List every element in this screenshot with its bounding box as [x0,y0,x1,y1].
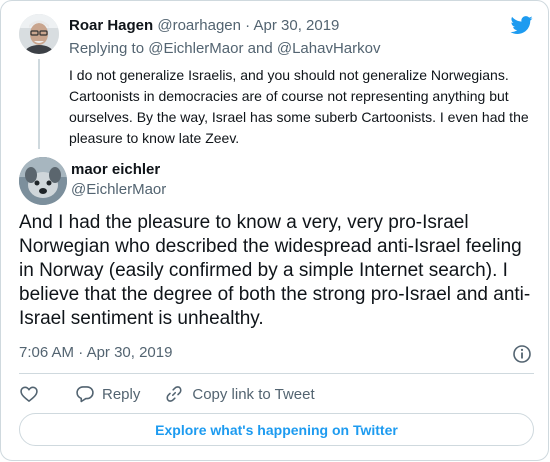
twitter-bird-icon[interactable] [510,14,534,36]
replying-to-line: Replying to @EichlerMaor and @LahavHarko… [69,40,380,57]
main-author-avatar[interactable] [19,157,67,205]
reply-author-avatar[interactable] [19,14,59,54]
reply-author-handle[interactable]: @roarhagen [157,17,241,34]
heart-icon [20,386,38,402]
reply-separator: · [245,17,251,34]
reply-header: Roar Hagen @roarhagen · Apr 30, 2019 [69,17,339,34]
reply-label: Reply [102,385,141,403]
info-icon[interactable] [512,344,532,364]
timestamp-separator: · [78,344,84,361]
replying-prefix: Replying to [69,40,145,57]
tweet-time[interactable]: 7:06 AM [19,344,74,361]
like-button[interactable] [19,384,39,404]
thread-connector-line [38,59,40,149]
replying-and: and [247,40,273,57]
reply-date[interactable]: Apr 30, 2019 [254,17,340,34]
main-author-handle[interactable]: @EichlerMaor [71,181,166,198]
actions-divider [19,373,534,374]
replying-mention-1[interactable]: @EichlerMaor [148,40,243,57]
tweet-timestamp[interactable]: 7:06 AM · Apr 30, 2019 [19,344,172,361]
reply-tweet-text: I do not generalize Israelis, and you sh… [69,67,529,146]
link-icon [166,386,182,402]
reply-bubble-icon [76,386,94,403]
reply-button[interactable]: Reply [75,384,140,404]
main-author-name[interactable]: maor eichler [71,161,160,178]
main-tweet-text: And I had the pleasure to know a very, v… [19,212,531,329]
tweet-date[interactable]: Apr 30, 2019 [87,344,173,361]
tweet-actions: Reply Copy link to Tweet [19,383,315,405]
reply-author-name[interactable]: Roar Hagen [69,17,153,34]
copy-link-button[interactable]: Copy link to Tweet [164,384,315,404]
profile-photo-dog-icon [19,157,67,205]
explore-twitter-button[interactable]: Explore what's happening on Twitter [19,413,534,446]
replying-mention-2[interactable]: @LahavHarkov [277,40,381,57]
copy-link-label: Copy link to Tweet [192,385,315,403]
profile-photo-man-glasses-icon [19,14,59,54]
embedded-tweet-card: Roar Hagen @roarhagen · Apr 30, 2019 Rep… [0,0,549,461]
